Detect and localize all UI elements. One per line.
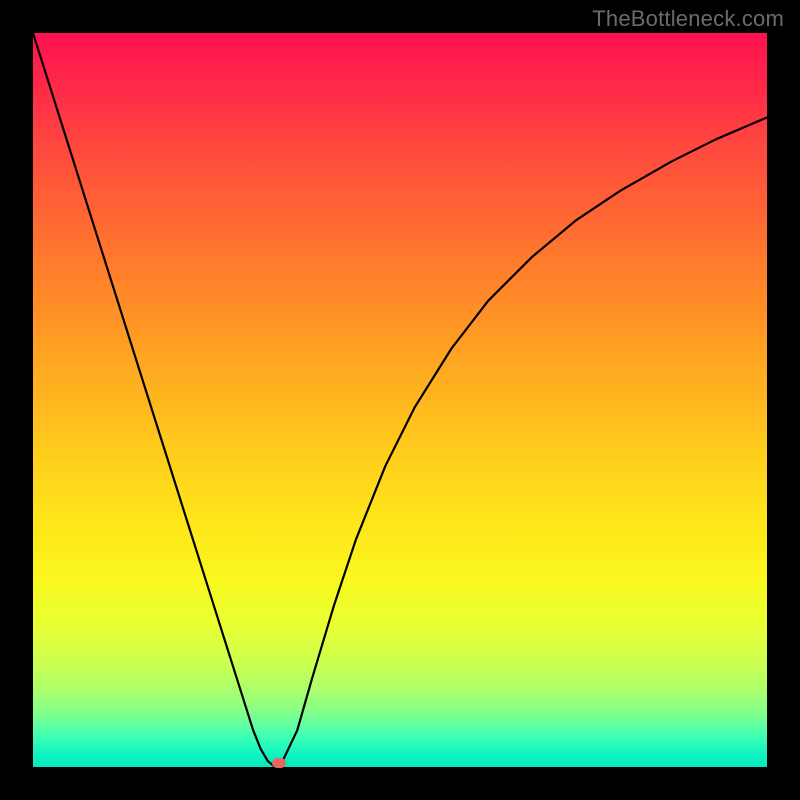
curve-svg [33, 33, 767, 767]
chart-frame: TheBottleneck.com [0, 0, 800, 800]
min-marker [272, 758, 286, 768]
plot-area [33, 33, 767, 767]
bottleneck-curve [33, 33, 767, 767]
watermark: TheBottleneck.com [592, 6, 784, 32]
